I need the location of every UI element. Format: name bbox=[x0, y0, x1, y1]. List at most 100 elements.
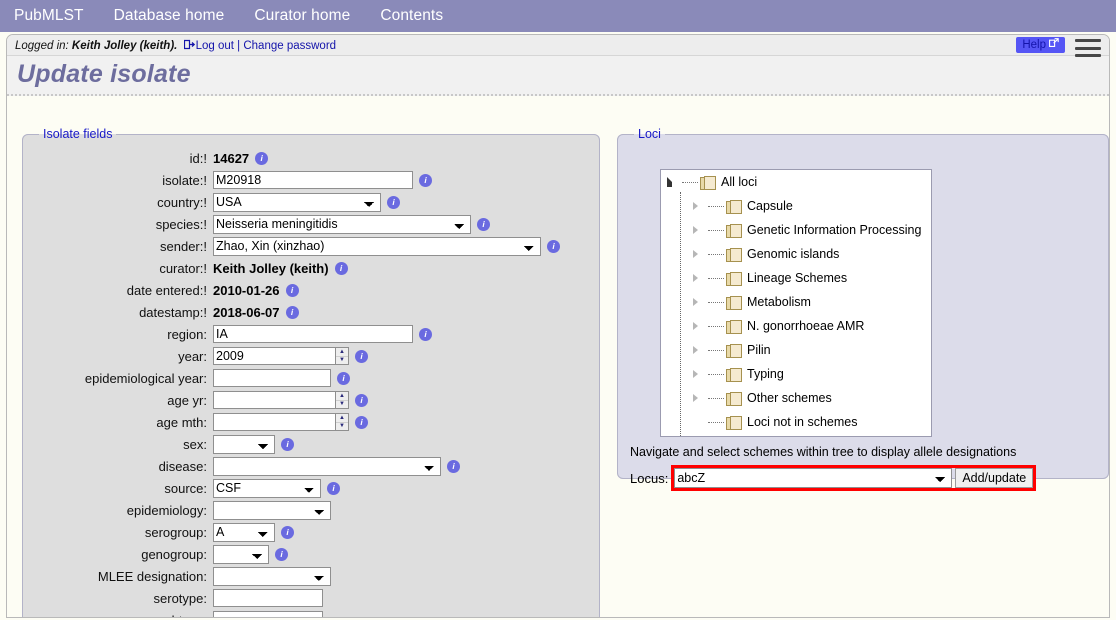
field-number-stepper[interactable]: ▲▼ bbox=[213, 391, 349, 409]
field-value bbox=[213, 500, 331, 520]
tree-node[interactable]: Pilin bbox=[661, 338, 931, 362]
stepper-input[interactable] bbox=[213, 391, 335, 409]
field-label: serotype: bbox=[153, 590, 207, 606]
field-select[interactable]: Zhao, Xin (xinzhao) bbox=[213, 236, 541, 256]
tree-node[interactable]: Genomic islands bbox=[661, 242, 931, 266]
loci-tree[interactable]: All loci Capsule Genetic Information Proce… bbox=[660, 169, 932, 437]
tree-node[interactable]: Genetic Information Processing bbox=[661, 218, 931, 242]
field-value: 2010-01-26 i bbox=[213, 283, 299, 298]
isolate-field-row: age mth: ▲ ▼ i bbox=[23, 411, 599, 433]
field-text-input[interactable] bbox=[213, 369, 331, 387]
info-icon[interactable]: i bbox=[275, 547, 288, 561]
info-icon[interactable]: i bbox=[334, 261, 348, 275]
field-value: i bbox=[213, 325, 432, 343]
field-text-input[interactable] bbox=[213, 325, 413, 343]
nav-item-contents[interactable]: Contents bbox=[380, 7, 443, 25]
field-select[interactable] bbox=[213, 456, 441, 476]
field-value: Neisseria meningitidis i bbox=[213, 214, 490, 234]
field-number-stepper[interactable]: ▲▼ bbox=[213, 347, 349, 365]
info-icon[interactable]: i bbox=[447, 459, 460, 473]
isolate-field-row: serogroup: Ai bbox=[23, 521, 599, 543]
tree-node[interactable]: Capsule bbox=[661, 194, 931, 218]
loci-panel: Loci All loci Capsule Genetic Information … bbox=[617, 127, 1109, 491]
locus-select[interactable]: abcZ bbox=[674, 468, 953, 488]
info-icon[interactable]: i bbox=[355, 415, 368, 429]
tree-expand-icon[interactable] bbox=[693, 346, 707, 354]
stepper-buttons[interactable]: ▲ ▼ bbox=[335, 391, 349, 409]
info-icon[interactable]: i bbox=[255, 151, 269, 165]
nav-item-database-home[interactable]: Database home bbox=[114, 7, 225, 25]
tree-node-label: Genomic islands bbox=[747, 247, 840, 261]
isolate-field-row: year: ▲▼ i bbox=[23, 345, 599, 367]
stepper-buttons[interactable]: ▲ ▼ bbox=[335, 413, 349, 431]
field-text-input[interactable] bbox=[213, 589, 323, 607]
stepper-down-icon[interactable]: ▼ bbox=[336, 401, 348, 409]
info-icon[interactable]: i bbox=[547, 239, 560, 253]
tree-expand-icon[interactable] bbox=[693, 226, 707, 234]
field-select[interactable]: Neisseria meningitidis bbox=[213, 214, 471, 234]
logout-link[interactable]: Log out bbox=[196, 40, 234, 52]
field-select[interactable] bbox=[213, 544, 269, 564]
stepper-up-icon[interactable]: ▲ bbox=[336, 414, 348, 423]
logout-icon bbox=[183, 39, 195, 53]
tree-dotted-connector bbox=[708, 373, 724, 375]
field-text-input[interactable] bbox=[213, 611, 323, 617]
field-value: CSF i bbox=[213, 478, 340, 498]
change-password-link[interactable]: Change password bbox=[243, 40, 336, 52]
info-icon[interactable]: i bbox=[285, 305, 299, 319]
info-icon[interactable]: i bbox=[337, 371, 350, 385]
stepper-input[interactable] bbox=[213, 413, 335, 431]
field-number-stepper[interactable]: ▲▼ bbox=[213, 413, 349, 431]
tree-expand-icon[interactable] bbox=[693, 394, 707, 402]
field-select[interactable] bbox=[213, 434, 275, 454]
isolate-field-row: id:! 14627 i bbox=[23, 147, 599, 169]
tree-node[interactable]: Loci not in schemes bbox=[661, 410, 931, 434]
info-icon[interactable]: i bbox=[285, 283, 299, 297]
tree-node[interactable]: Other schemes bbox=[661, 386, 931, 410]
field-value bbox=[213, 566, 331, 586]
info-icon[interactable]: i bbox=[355, 349, 368, 363]
stepper-up-icon[interactable]: ▲ bbox=[336, 348, 348, 357]
add-update-button[interactable]: Add/update bbox=[955, 468, 1034, 488]
tree-node[interactable]: All loci bbox=[661, 170, 931, 194]
tree-node[interactable]: Lineage Schemes bbox=[661, 266, 931, 290]
tree-collapse-icon[interactable] bbox=[667, 177, 681, 187]
field-select[interactable]: A bbox=[213, 522, 275, 542]
tree-expand-icon[interactable] bbox=[693, 370, 707, 378]
tree-expand-icon[interactable] bbox=[693, 322, 707, 330]
tree-node[interactable]: N. gonorrhoeae AMR bbox=[661, 314, 931, 338]
folder-icon bbox=[726, 415, 742, 430]
help-button[interactable]: Help bbox=[1016, 37, 1065, 53]
field-select[interactable] bbox=[213, 500, 331, 520]
stepper-down-icon[interactable]: ▼ bbox=[336, 423, 348, 431]
field-label: date entered:! bbox=[126, 282, 207, 298]
menu-hamburger-icon[interactable] bbox=[1075, 39, 1101, 57]
info-icon[interactable]: i bbox=[387, 195, 400, 209]
info-icon[interactable]: i bbox=[477, 217, 490, 231]
info-icon[interactable]: i bbox=[419, 173, 432, 187]
info-icon[interactable]: i bbox=[281, 437, 294, 451]
nav-item-curator-home[interactable]: Curator home bbox=[254, 7, 350, 25]
info-icon[interactable]: i bbox=[281, 525, 294, 539]
tree-node[interactable]: Typing bbox=[661, 362, 931, 386]
tree-node[interactable]: Metabolism bbox=[661, 290, 931, 314]
info-icon[interactable]: i bbox=[355, 393, 368, 407]
field-select[interactable] bbox=[213, 566, 331, 586]
tree-expand-icon[interactable] bbox=[693, 250, 707, 258]
stepper-up-icon[interactable]: ▲ bbox=[336, 392, 348, 401]
field-label: datestamp:! bbox=[139, 304, 207, 320]
tree-node-label: Metabolism bbox=[747, 295, 811, 309]
stepper-input[interactable] bbox=[213, 347, 335, 365]
field-text-input[interactable] bbox=[213, 171, 413, 189]
tree-expand-icon[interactable] bbox=[693, 274, 707, 282]
info-icon[interactable]: i bbox=[419, 327, 432, 341]
tree-expand-icon[interactable] bbox=[693, 298, 707, 306]
field-value: Zhao, Xin (xinzhao) i bbox=[213, 236, 560, 256]
info-icon[interactable]: i bbox=[327, 481, 340, 495]
tree-expand-icon[interactable] bbox=[693, 202, 707, 210]
field-select[interactable]: CSF bbox=[213, 478, 321, 498]
stepper-down-icon[interactable]: ▼ bbox=[336, 357, 348, 365]
nav-item-pubmlst[interactable]: PubMLST bbox=[14, 7, 84, 25]
stepper-buttons[interactable]: ▲ ▼ bbox=[335, 347, 349, 365]
field-select[interactable]: USA bbox=[213, 192, 381, 212]
